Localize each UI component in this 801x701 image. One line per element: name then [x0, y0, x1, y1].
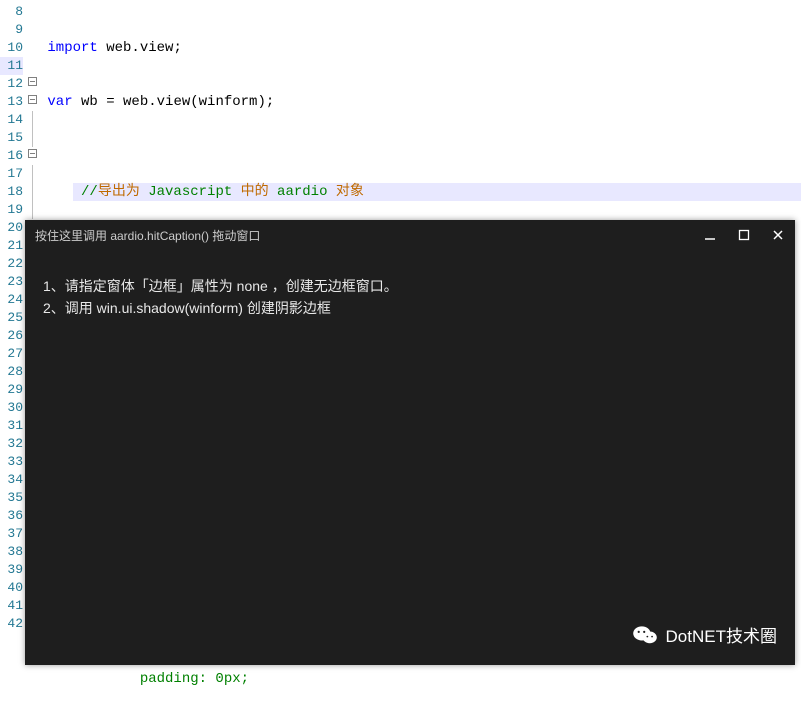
fold-toggle[interactable]: [25, 93, 39, 111]
watermark-text: DotNET技术圈: [666, 622, 777, 647]
close-button[interactable]: [761, 229, 795, 241]
minimize-button[interactable]: [693, 229, 727, 241]
wechat-icon: [632, 624, 658, 646]
window-title: 按住这里调用 aardio.hitCaption() 拖动窗口: [35, 227, 260, 244]
maximize-button[interactable]: [727, 229, 761, 241]
preview-window: 按住这里调用 aardio.hitCaption() 拖动窗口 1、请指定窗体「…: [25, 220, 795, 665]
titlebar[interactable]: 按住这里调用 aardio.hitCaption() 拖动窗口: [25, 220, 795, 250]
fold-toggle[interactable]: [25, 75, 39, 93]
code-line-42: padding: 0px;: [39, 671, 249, 687]
body-line: 2、调用 win.ui.shadow(winform) 创建阴影边框: [43, 297, 777, 319]
watermark: DotNET技术圈: [632, 622, 777, 647]
body-line: 1、请指定窗体「边框」属性为 none ，创建无边框窗口。: [43, 275, 777, 297]
fold-toggle[interactable]: [25, 147, 39, 165]
window-body: 1、请指定窗体「边框」属性为 none ，创建无边框窗口。 2、调用 win.u…: [25, 250, 795, 344]
line-number-gutter: 8 9 10 11 12 13 14 15 16 17 18 19 20 21 …: [0, 0, 25, 701]
